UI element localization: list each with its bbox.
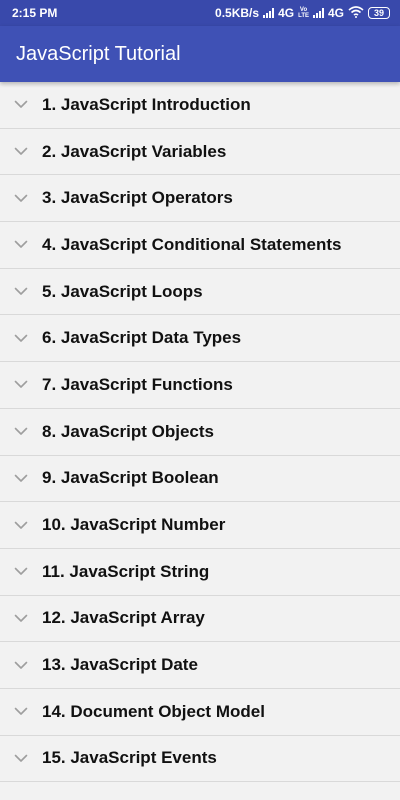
list-item-label: 11. JavaScript String bbox=[42, 561, 210, 581]
chevron-down-icon[interactable] bbox=[0, 147, 42, 156]
status-indicators: 0.5KB/s 4G Vo LTE 4G 39 bbox=[215, 5, 390, 21]
list-item[interactable]: 12. JavaScript Array bbox=[0, 595, 400, 643]
list-item-label: 2. JavaScript Variables bbox=[42, 141, 227, 161]
list-item[interactable]: 8. JavaScript Objects bbox=[0, 408, 400, 456]
list-item[interactable]: 2. JavaScript Variables bbox=[0, 128, 400, 176]
list-item-label: 9. JavaScript Boolean bbox=[42, 468, 219, 488]
list-item[interactable]: 15. JavaScript Events bbox=[0, 735, 400, 783]
volte-bottom: LTE bbox=[298, 13, 309, 19]
chevron-down-icon[interactable] bbox=[0, 287, 42, 296]
chevron-down-icon[interactable] bbox=[0, 614, 42, 623]
battery-icon: 39 bbox=[368, 7, 390, 19]
app-bar: JavaScript Tutorial bbox=[0, 26, 400, 82]
chevron-down-icon[interactable] bbox=[0, 754, 42, 763]
chevron-down-icon[interactable] bbox=[0, 427, 42, 436]
list-item-label: 15. JavaScript Events bbox=[42, 748, 217, 768]
chevron-down-icon[interactable] bbox=[0, 707, 42, 716]
list-item[interactable]: 9. JavaScript Boolean bbox=[0, 455, 400, 503]
list-item-label: 10. JavaScript Number bbox=[42, 515, 226, 535]
chevron-down-icon[interactable] bbox=[0, 240, 42, 249]
list-item[interactable]: 10. JavaScript Number bbox=[0, 502, 400, 549]
list-item-label: 12. JavaScript Array bbox=[42, 608, 205, 628]
chevron-down-icon[interactable] bbox=[0, 521, 42, 530]
list-item-label: 4. JavaScript Conditional Statements bbox=[42, 234, 342, 254]
list-item[interactable]: 3. JavaScript Operators bbox=[0, 175, 400, 223]
chevron-down-icon[interactable] bbox=[0, 661, 42, 670]
list-item[interactable]: 14. Document Object Model bbox=[0, 688, 400, 736]
signal-icon bbox=[263, 8, 275, 18]
list-item[interactable]: 11. JavaScript String bbox=[0, 548, 400, 596]
chevron-down-icon[interactable] bbox=[0, 380, 42, 389]
list-item-label: 8. JavaScript Objects bbox=[42, 421, 214, 441]
list-item[interactable]: 1. JavaScript Introduction bbox=[0, 82, 400, 129]
topic-list: 1. JavaScript Introduction 2. JavaScript … bbox=[0, 82, 400, 783]
list-item-label: 7. JavaScript Functions bbox=[42, 374, 233, 394]
list-item[interactable]: 5. JavaScript Loops bbox=[0, 268, 400, 316]
wifi-icon bbox=[348, 5, 364, 21]
list-item[interactable]: 7. JavaScript Functions bbox=[0, 362, 400, 409]
list-item[interactable]: 6. JavaScript Data Types bbox=[0, 315, 400, 363]
network-speed: 0.5KB/s bbox=[215, 6, 260, 20]
list-item-label: 1. JavaScript Introduction bbox=[42, 94, 251, 114]
list-item[interactable]: 4. JavaScript Conditional Statements bbox=[0, 222, 400, 269]
list-item-label: 14. Document Object Model bbox=[42, 701, 265, 721]
list-item-label: 3. JavaScript Operators bbox=[42, 188, 233, 208]
list-item[interactable]: 13. JavaScript Date bbox=[0, 642, 400, 689]
signal-icon bbox=[312, 8, 324, 18]
app-title: JavaScript Tutorial bbox=[16, 42, 181, 65]
volte-icon: Vo LTE bbox=[298, 7, 309, 19]
list-item-label: 5. JavaScript Loops bbox=[42, 281, 203, 301]
chevron-down-icon[interactable] bbox=[0, 567, 42, 576]
chevron-down-icon[interactable] bbox=[0, 474, 42, 483]
network-type-1: 4G bbox=[278, 6, 295, 20]
chevron-down-icon[interactable] bbox=[0, 194, 42, 203]
list-item-label: 13. JavaScript Date bbox=[42, 655, 198, 675]
network-type-2: 4G bbox=[327, 6, 344, 20]
status-bar: 2:15 PM 0.5KB/s 4G Vo LTE 4G 39 bbox=[0, 0, 400, 26]
chevron-down-icon[interactable] bbox=[0, 334, 42, 343]
status-time: 2:15 PM bbox=[12, 6, 58, 20]
chevron-down-icon[interactable] bbox=[0, 100, 42, 109]
list-item-label: 6. JavaScript Data Types bbox=[42, 328, 242, 348]
